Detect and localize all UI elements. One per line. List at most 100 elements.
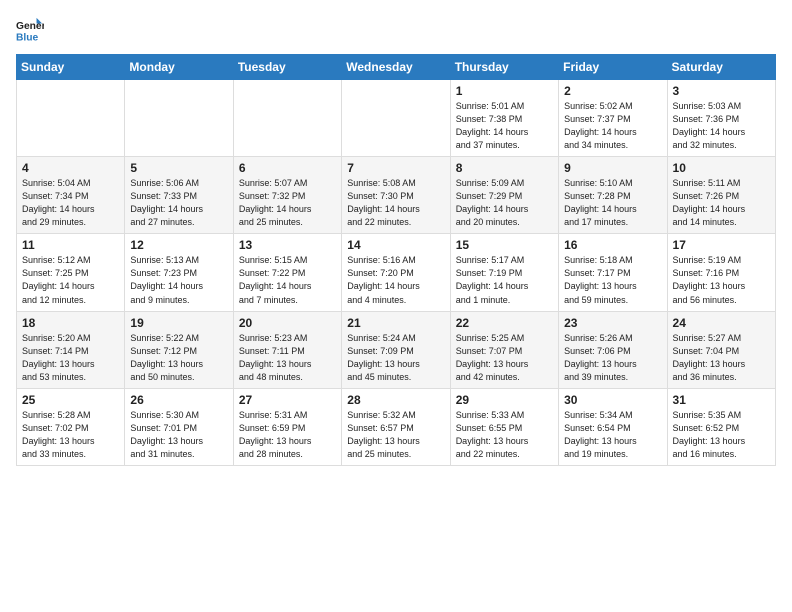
day-info: Sunrise: 5:16 AM Sunset: 7:20 PM Dayligh… <box>347 254 444 306</box>
logo: General Blue <box>16 16 44 44</box>
day-number: 12 <box>130 238 227 252</box>
day-info: Sunrise: 5:07 AM Sunset: 7:32 PM Dayligh… <box>239 177 336 229</box>
calendar-cell: 27Sunrise: 5:31 AM Sunset: 6:59 PM Dayli… <box>233 388 341 465</box>
calendar-cell: 5Sunrise: 5:06 AM Sunset: 7:33 PM Daylig… <box>125 157 233 234</box>
day-number: 30 <box>564 393 661 407</box>
day-number: 14 <box>347 238 444 252</box>
calendar-cell: 22 Sunrise: 5:25 AM Sunset: 7:07 PM Dayli… <box>450 311 558 388</box>
calendar-cell: 6 Sunrise: 5:07 AM Sunset: 7:32 PM Daylig… <box>233 157 341 234</box>
day-info: Sunrise: 5:19 AM Sunset: 7:16 PM Dayligh… <box>673 254 770 306</box>
calendar-cell: 26 Sunrise: 5:30 AM Sunset: 7:01 PM Dayli… <box>125 388 233 465</box>
day-number: 23 <box>564 316 661 330</box>
day-number: 7 <box>347 161 444 175</box>
day-info: Sunrise: 5:23 AM Sunset: 7:11 PM Dayligh… <box>239 332 336 384</box>
weekday-header-tuesday: Tuesday <box>233 55 341 80</box>
day-number: 3 <box>673 84 770 98</box>
weekday-header-friday: Friday <box>559 55 667 80</box>
day-number: 9 <box>564 161 661 175</box>
day-info: Sunrise: 5:01 AM Sunset: 7:38 PM Dayligh… <box>456 100 553 152</box>
calendar-cell: 25 Sunrise: 5:28 AM Sunset: 7:02 PM Dayli… <box>17 388 125 465</box>
day-info: Sunrise: 5:13 AM Sunset: 7:23 PM Dayligh… <box>130 254 227 306</box>
day-info: Sunrise: 5:03 AM Sunset: 7:36 PM Dayligh… <box>673 100 770 152</box>
weekday-header-sunday: Sunday <box>17 55 125 80</box>
calendar-cell: 31 Sunrise: 5:35 AM Sunset: 6:52 PM Dayli… <box>667 388 775 465</box>
day-number: 2 <box>564 84 661 98</box>
day-number: 21 <box>347 316 444 330</box>
day-number: 22 <box>456 316 553 330</box>
week-row-4: 18 Sunrise: 5:20 AM Sunset: 7:14 PM Dayli… <box>17 311 776 388</box>
day-number: 15 <box>456 238 553 252</box>
day-number: 26 <box>130 393 227 407</box>
day-number: 16 <box>564 238 661 252</box>
calendar-cell: 9Sunrise: 5:10 AM Sunset: 7:28 PM Daylig… <box>559 157 667 234</box>
weekday-header-saturday: Saturday <box>667 55 775 80</box>
week-row-3: 11Sunrise: 5:12 AM Sunset: 7:25 PM Dayli… <box>17 234 776 311</box>
calendar-cell <box>342 80 450 157</box>
weekday-header-wednesday: Wednesday <box>342 55 450 80</box>
day-info: Sunrise: 5:34 AM Sunset: 6:54 PM Dayligh… <box>564 409 661 461</box>
day-number: 29 <box>456 393 553 407</box>
day-info: Sunrise: 5:25 AM Sunset: 7:07 PM Dayligh… <box>456 332 553 384</box>
day-info: Sunrise: 5:26 AM Sunset: 7:06 PM Dayligh… <box>564 332 661 384</box>
day-info: Sunrise: 5:09 AM Sunset: 7:29 PM Dayligh… <box>456 177 553 229</box>
calendar-cell: 7 Sunrise: 5:08 AM Sunset: 7:30 PM Daylig… <box>342 157 450 234</box>
weekday-header-monday: Monday <box>125 55 233 80</box>
logo-icon: General Blue <box>16 16 44 44</box>
day-info: Sunrise: 5:35 AM Sunset: 6:52 PM Dayligh… <box>673 409 770 461</box>
calendar-cell: 29 Sunrise: 5:33 AM Sunset: 6:55 PM Dayli… <box>450 388 558 465</box>
day-info: Sunrise: 5:18 AM Sunset: 7:17 PM Dayligh… <box>564 254 661 306</box>
calendar-cell: 15 Sunrise: 5:17 AM Sunset: 7:19 PM Dayli… <box>450 234 558 311</box>
week-row-1: 1 Sunrise: 5:01 AM Sunset: 7:38 PM Daylig… <box>17 80 776 157</box>
week-row-2: 4Sunrise: 5:04 AM Sunset: 7:34 PM Daylig… <box>17 157 776 234</box>
calendar-cell: 11Sunrise: 5:12 AM Sunset: 7:25 PM Dayli… <box>17 234 125 311</box>
calendar-cell: 2 Sunrise: 5:02 AM Sunset: 7:37 PM Daylig… <box>559 80 667 157</box>
day-info: Sunrise: 5:32 AM Sunset: 6:57 PM Dayligh… <box>347 409 444 461</box>
day-info: Sunrise: 5:22 AM Sunset: 7:12 PM Dayligh… <box>130 332 227 384</box>
day-info: Sunrise: 5:02 AM Sunset: 7:37 PM Dayligh… <box>564 100 661 152</box>
day-number: 8 <box>456 161 553 175</box>
day-number: 18 <box>22 316 119 330</box>
day-number: 31 <box>673 393 770 407</box>
day-info: Sunrise: 5:33 AM Sunset: 6:55 PM Dayligh… <box>456 409 553 461</box>
day-info: Sunrise: 5:08 AM Sunset: 7:30 PM Dayligh… <box>347 177 444 229</box>
calendar-cell: 17 Sunrise: 5:19 AM Sunset: 7:16 PM Dayli… <box>667 234 775 311</box>
day-number: 5 <box>130 161 227 175</box>
week-row-5: 25 Sunrise: 5:28 AM Sunset: 7:02 PM Dayli… <box>17 388 776 465</box>
day-number: 17 <box>673 238 770 252</box>
calendar-cell: 23 Sunrise: 5:26 AM Sunset: 7:06 PM Dayli… <box>559 311 667 388</box>
day-number: 11 <box>22 238 119 252</box>
calendar-cell: 3 Sunrise: 5:03 AM Sunset: 7:36 PM Daylig… <box>667 80 775 157</box>
day-number: 6 <box>239 161 336 175</box>
calendar-cell: 8 Sunrise: 5:09 AM Sunset: 7:29 PM Daylig… <box>450 157 558 234</box>
calendar-cell <box>17 80 125 157</box>
day-info: Sunrise: 5:04 AM Sunset: 7:34 PM Dayligh… <box>22 177 119 229</box>
day-info: Sunrise: 5:17 AM Sunset: 7:19 PM Dayligh… <box>456 254 553 306</box>
day-info: Sunrise: 5:11 AM Sunset: 7:26 PM Dayligh… <box>673 177 770 229</box>
day-info: Sunrise: 5:20 AM Sunset: 7:14 PM Dayligh… <box>22 332 119 384</box>
calendar-cell <box>125 80 233 157</box>
day-info: Sunrise: 5:30 AM Sunset: 7:01 PM Dayligh… <box>130 409 227 461</box>
day-number: 25 <box>22 393 119 407</box>
day-info: Sunrise: 5:31 AM Sunset: 6:59 PM Dayligh… <box>239 409 336 461</box>
day-number: 1 <box>456 84 553 98</box>
calendar-cell: 4Sunrise: 5:04 AM Sunset: 7:34 PM Daylig… <box>17 157 125 234</box>
header: General Blue <box>16 16 776 44</box>
day-info: Sunrise: 5:15 AM Sunset: 7:22 PM Dayligh… <box>239 254 336 306</box>
weekday-header-row: SundayMondayTuesdayWednesdayThursdayFrid… <box>17 55 776 80</box>
calendar-cell: 10 Sunrise: 5:11 AM Sunset: 7:26 PM Dayli… <box>667 157 775 234</box>
calendar-cell: 21Sunrise: 5:24 AM Sunset: 7:09 PM Dayli… <box>342 311 450 388</box>
calendar-cell: 16 Sunrise: 5:18 AM Sunset: 7:17 PM Dayli… <box>559 234 667 311</box>
weekday-header-thursday: Thursday <box>450 55 558 80</box>
day-number: 13 <box>239 238 336 252</box>
day-number: 28 <box>347 393 444 407</box>
day-info: Sunrise: 5:28 AM Sunset: 7:02 PM Dayligh… <box>22 409 119 461</box>
calendar-cell: 18 Sunrise: 5:20 AM Sunset: 7:14 PM Dayli… <box>17 311 125 388</box>
calendar-cell: 13 Sunrise: 5:15 AM Sunset: 7:22 PM Dayli… <box>233 234 341 311</box>
calendar-cell <box>233 80 341 157</box>
calendar-table: SundayMondayTuesdayWednesdayThursdayFrid… <box>16 54 776 466</box>
day-number: 19 <box>130 316 227 330</box>
calendar-cell: 12 Sunrise: 5:13 AM Sunset: 7:23 PM Dayli… <box>125 234 233 311</box>
day-number: 10 <box>673 161 770 175</box>
page: General Blue SundayMondayTuesdayWednesda… <box>0 0 792 476</box>
day-number: 24 <box>673 316 770 330</box>
